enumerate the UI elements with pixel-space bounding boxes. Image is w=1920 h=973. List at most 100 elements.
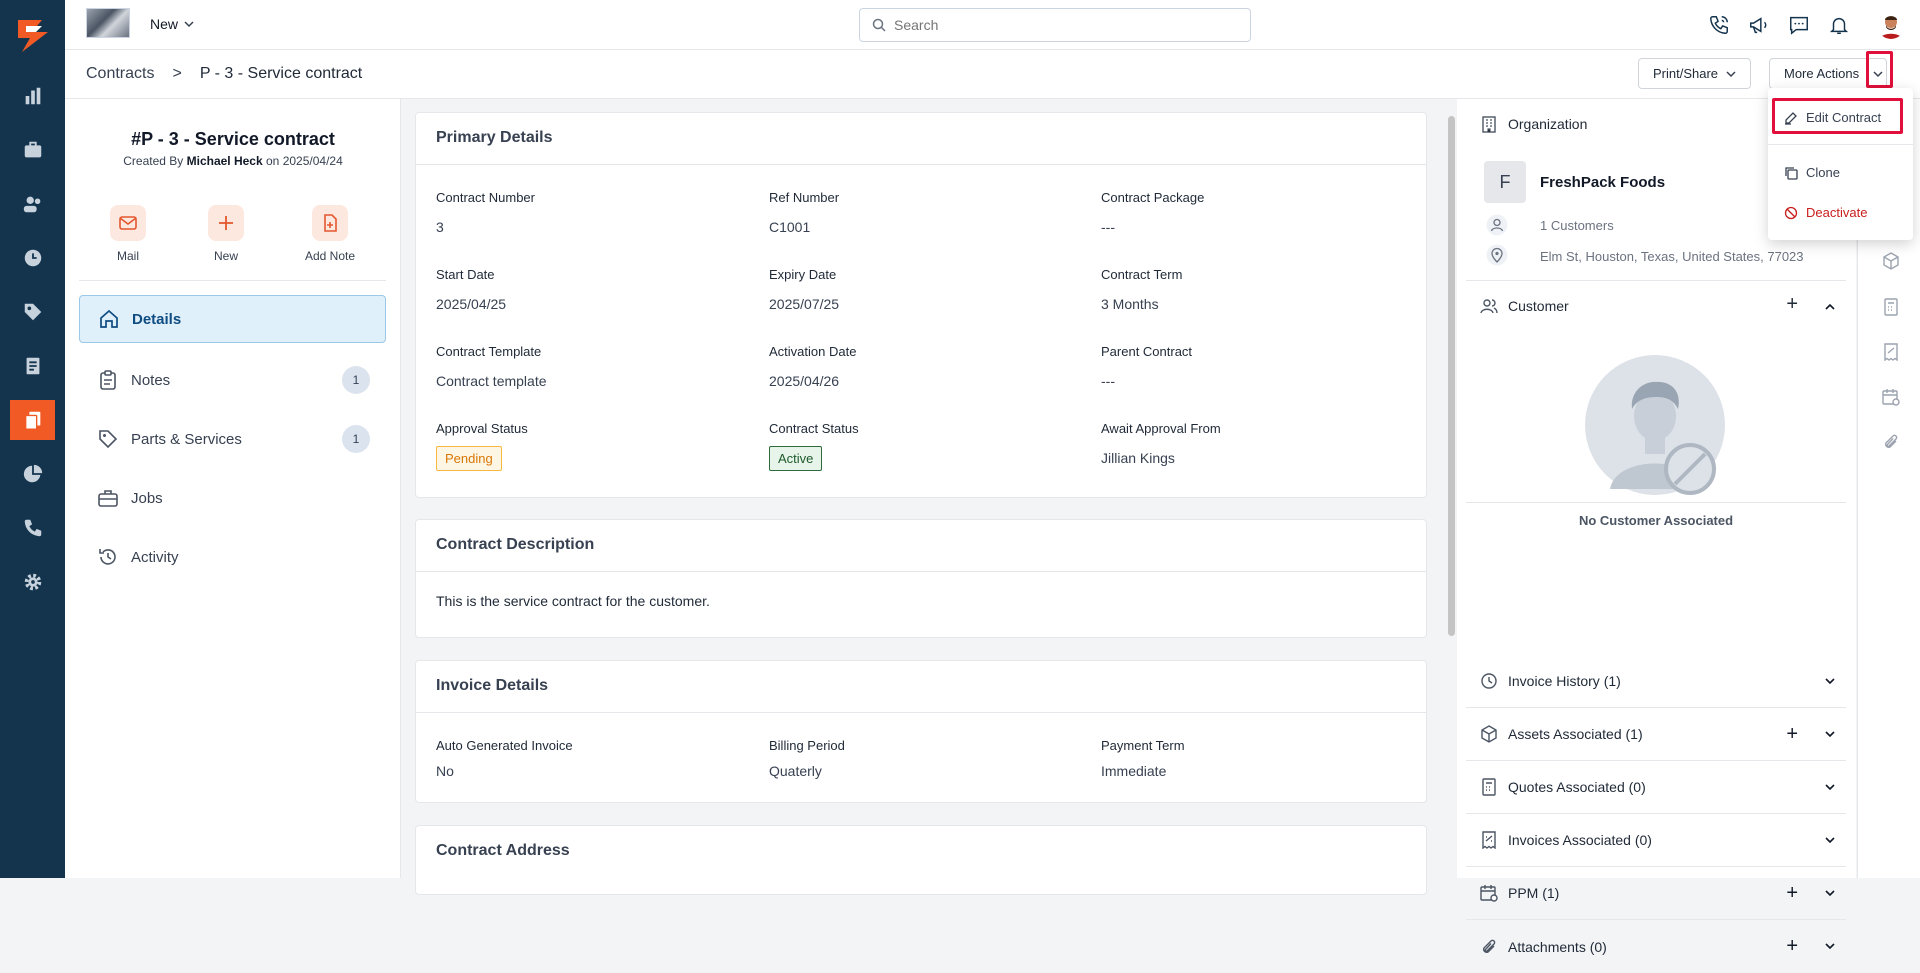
deactivate-menu-item[interactable]: Deactivate	[1784, 205, 1867, 220]
assets-associated-section[interactable]: Assets Associated (1) +	[1466, 708, 1846, 761]
quotes-associated-section[interactable]: Quotes Associated (0)	[1466, 761, 1846, 814]
invoices-associated-label: Invoices Associated (0)	[1508, 832, 1652, 848]
chevron-down-icon[interactable]	[1824, 781, 1836, 793]
field-label: Ref Number	[769, 190, 840, 205]
field-label: Contract Term	[1101, 267, 1183, 282]
chat-icon[interactable]	[1788, 14, 1810, 36]
briefcase-icon[interactable]	[10, 130, 55, 170]
calendar-gear-icon[interactable]	[1882, 388, 1900, 406]
history-icon	[99, 549, 116, 565]
search-box[interactable]	[859, 8, 1251, 42]
cube-icon[interactable]	[1882, 252, 1900, 270]
field-value: ---	[1101, 219, 1115, 235]
new-dropdown[interactable]: New	[150, 16, 194, 32]
nav-activity-label: Activity	[131, 548, 179, 566]
contracts-icon[interactable]	[10, 400, 55, 440]
chevron-down-icon[interactable]	[1824, 887, 1836, 899]
chevron-down-icon[interactable]	[1824, 675, 1836, 687]
highlight-box	[1772, 98, 1903, 134]
nav-details[interactable]: Details	[79, 295, 386, 343]
parts-count-badge: 1	[342, 425, 370, 453]
pie-chart-icon[interactable]	[10, 454, 55, 494]
active-status-badge: Active	[769, 446, 823, 471]
ppm-label: PPM (1)	[1508, 885, 1560, 901]
field-value: 2025/04/26	[769, 373, 840, 389]
clock-icon[interactable]	[10, 238, 55, 278]
org-name[interactable]: FreshPack Foods	[1540, 174, 1665, 191]
main-scrollbar-thumb[interactable]	[1448, 116, 1455, 636]
add-attachment-button[interactable]: +	[1786, 935, 1798, 958]
divider	[1768, 144, 1913, 145]
new-dropdown-label: New	[150, 16, 179, 32]
paperclip-icon[interactable]	[1882, 433, 1900, 451]
print-share-label: Print/Share	[1653, 66, 1719, 81]
company-logo[interactable]	[86, 8, 130, 38]
paperclip-icon	[1483, 939, 1496, 953]
attachments-section[interactable]: Attachments (0) +	[1466, 920, 1846, 973]
ppm-section[interactable]: PPM (1) +	[1466, 867, 1846, 920]
attachments-label: Attachments (0)	[1508, 938, 1607, 955]
nav-jobs-label: Jobs	[131, 489, 163, 507]
record-title: #P - 3 - Service contract	[131, 129, 335, 149]
nav-jobs[interactable]: Jobs	[79, 474, 386, 522]
contract-status-field: Contract Status Active	[769, 421, 1069, 471]
user-avatar[interactable]	[1877, 11, 1905, 39]
tag-icon[interactable]	[10, 292, 55, 332]
mail-action[interactable]: Mail	[88, 205, 168, 263]
receipt-icon[interactable]	[1882, 343, 1900, 361]
app-logo[interactable]	[12, 16, 52, 56]
app-sidebar	[0, 0, 65, 878]
org-initial-avatar: F	[1484, 161, 1526, 203]
field-label: Contract Package	[1101, 190, 1205, 205]
phone-icon[interactable]	[10, 508, 55, 548]
chevron-down-icon[interactable]	[1824, 834, 1836, 846]
bell-icon[interactable]	[1828, 14, 1850, 36]
more-actions-menu: Edit Contract Clone Deactivate	[1768, 88, 1913, 240]
breadcrumb-contracts-link[interactable]: Contracts	[86, 65, 154, 83]
chevron-up-icon[interactable]	[1824, 301, 1836, 313]
megaphone-icon[interactable]	[1748, 14, 1770, 36]
nav-activity[interactable]: Activity	[79, 533, 386, 581]
clone-menu-item[interactable]: Clone	[1784, 165, 1840, 180]
invoice-icon[interactable]	[10, 346, 55, 386]
add-note-icon	[324, 214, 337, 232]
nav-notes[interactable]: Notes 1	[79, 356, 386, 404]
add-note-action[interactable]: Add Note	[290, 205, 370, 263]
chevron-down-icon[interactable]	[1824, 728, 1836, 740]
calculator-icon[interactable]	[1882, 298, 1900, 316]
add-asset-button[interactable]: +	[1786, 723, 1798, 746]
field-value: C1001	[769, 219, 811, 235]
clock-icon	[1481, 673, 1497, 689]
field-value: Quaterly	[769, 763, 822, 779]
chevron-down-icon[interactable]	[1824, 940, 1836, 952]
invoice-history-section[interactable]: Invoice History (1)	[1466, 655, 1846, 708]
invoices-associated-section[interactable]: Invoices Associated (0)	[1466, 814, 1846, 867]
field-label: Payment Term	[1101, 738, 1185, 753]
payment-term-field: Payment Term Immediate	[1101, 738, 1401, 779]
quotes-associated-label: Quotes Associated (0)	[1508, 779, 1646, 795]
clone-label: Clone	[1806, 165, 1840, 180]
nav-parts-services[interactable]: Parts & Services 1	[79, 415, 386, 463]
created-by-prefix: Created By	[123, 154, 184, 168]
search-input[interactable]	[894, 17, 1234, 33]
receipt-icon	[1482, 831, 1496, 849]
field-label: Start Date	[436, 267, 495, 282]
phone-call-icon[interactable]	[1708, 14, 1730, 36]
highlight-box	[1866, 51, 1893, 88]
print-share-button[interactable]: Print/Share	[1638, 58, 1752, 89]
settings-icon[interactable]	[10, 562, 55, 602]
users-icon	[1480, 299, 1498, 314]
reports-icon[interactable]	[10, 76, 55, 116]
primary-details-card: Primary Details Contract Number 3 Ref Num…	[415, 112, 1427, 498]
users-icon[interactable]	[10, 184, 55, 224]
add-customer-button[interactable]: +	[1786, 293, 1798, 316]
contract-description-card: Contract Description This is the service…	[415, 519, 1427, 638]
field-label: Approval Status	[436, 421, 528, 436]
mail-icon	[119, 216, 137, 230]
no-customer-illustration	[1585, 355, 1725, 495]
customer-section: Customer + No Customer Associated	[1466, 281, 1846, 528]
contract-term-field: Contract Term 3 Months	[1101, 267, 1401, 312]
add-ppm-button[interactable]: +	[1786, 882, 1798, 905]
new-action[interactable]: New	[186, 205, 266, 263]
copy-icon	[1785, 166, 1798, 180]
